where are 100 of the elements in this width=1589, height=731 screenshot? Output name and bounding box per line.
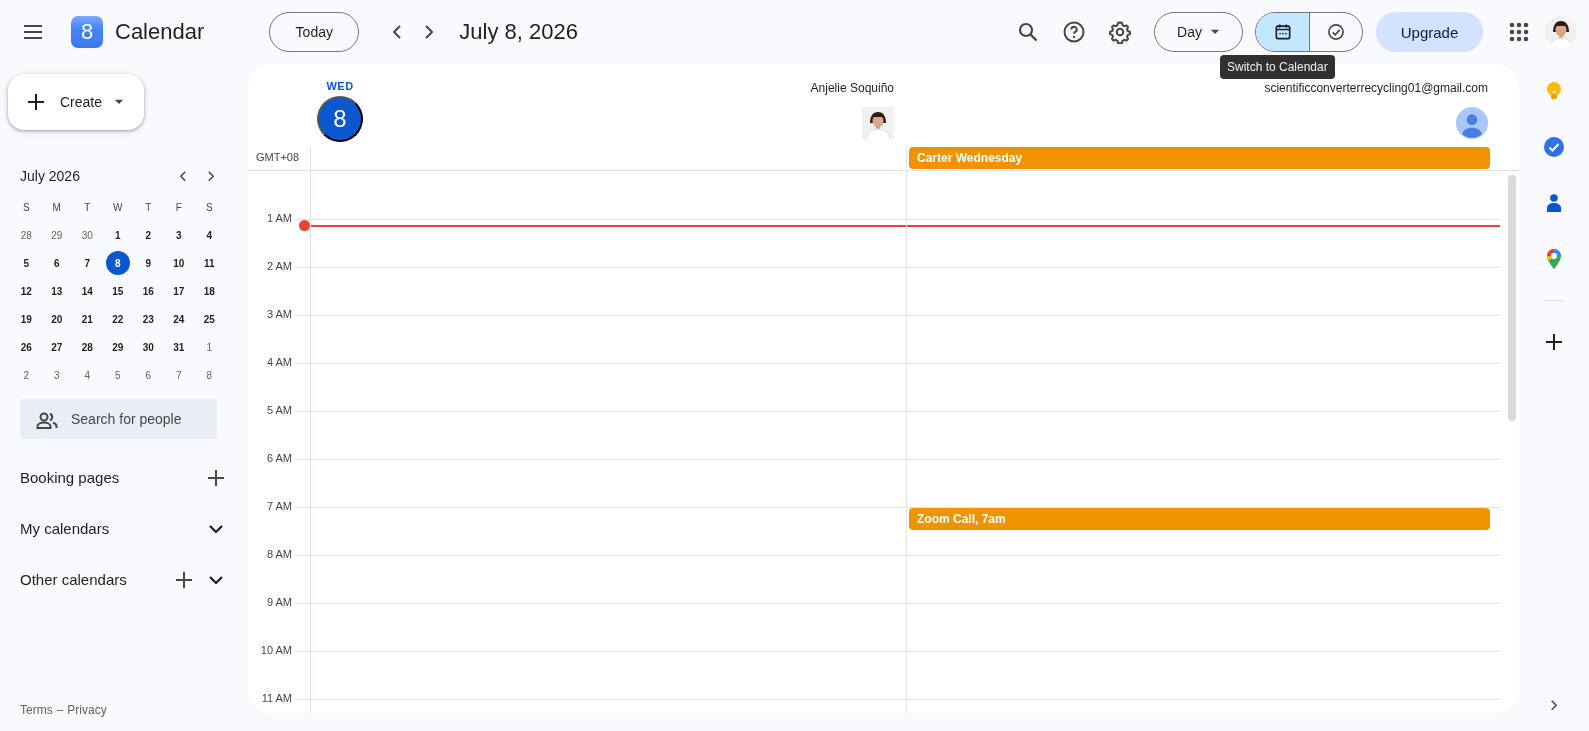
month-title: July 2026 [20, 168, 81, 184]
date-button[interactable]: 14 [75, 279, 100, 303]
date-button[interactable]: 27 [44, 335, 69, 359]
section-title: Booking pages [20, 469, 121, 486]
date-button[interactable]: 3 [44, 363, 69, 387]
caret-icon [1209, 29, 1220, 35]
section-title: Other calendars [20, 571, 128, 588]
date-button[interactable]: 11 [197, 251, 222, 275]
hour-label: 4 AM [265, 356, 293, 368]
weekday-label: T [84, 201, 91, 213]
weekday-label: T [145, 201, 152, 213]
weekday-label: M [52, 201, 61, 213]
date-button[interactable]: 19 [14, 307, 39, 331]
date-button[interactable]: 30 [75, 223, 100, 247]
date-button[interactable]: 9 [136, 251, 161, 275]
date-button[interactable]: 29 [105, 335, 130, 359]
date-button[interactable]: 20 [44, 307, 69, 331]
create-button[interactable]: Create [8, 74, 144, 130]
date-button[interactable]: 8 [317, 96, 363, 142]
date-button[interactable]: 23 [136, 307, 161, 331]
date-button[interactable]: 10 [166, 251, 191, 275]
hour-label: 10 AM [259, 644, 293, 656]
hour-label: 9 AM [265, 596, 293, 608]
date-button[interactable]: 28 [75, 335, 100, 359]
chevron-right-icon [1551, 699, 1557, 711]
date-button[interactable]: 8 [105, 251, 130, 275]
date-button[interactable]: 16 [136, 279, 161, 303]
app-logo: 8 [71, 16, 103, 48]
search-icon [1016, 20, 1040, 44]
date-title: July 8, 2026 [459, 19, 578, 45]
chevron-right-icon [208, 170, 214, 182]
app-title: Calendar [115, 19, 205, 45]
date-button[interactable]: 1 [105, 223, 130, 247]
weekday-label: W [113, 201, 123, 213]
date-button[interactable]: 12 [14, 279, 39, 303]
hour-label: 1 AM [265, 212, 293, 224]
date-button[interactable]: 21 [75, 307, 100, 331]
date-button[interactable]: 8 [197, 363, 222, 387]
tooltip: Switch to Calendar [1220, 55, 1335, 79]
date-button[interactable]: 5 [14, 251, 39, 275]
chevron-left-icon [180, 170, 186, 182]
date-button[interactable]: 31 [166, 335, 191, 359]
account-button[interactable] [1545, 16, 1577, 48]
calendar-view-toggle[interactable] [1256, 13, 1309, 51]
section-title: My calendars [20, 520, 111, 537]
chevron-right-icon [425, 25, 434, 39]
date-button[interactable]: 1 [197, 335, 222, 359]
time-slot[interactable] [310, 219, 906, 267]
date-button[interactable]: 28 [14, 223, 39, 247]
date-button[interactable]: 18 [197, 279, 222, 303]
hour-label: 6 AM [265, 452, 293, 464]
date-button[interactable]: 6 [136, 363, 161, 387]
date-button[interactable]: 4 [197, 223, 222, 247]
chevron-down-icon [209, 575, 223, 584]
date-button[interactable]: 7 [166, 363, 191, 387]
hour-label: 8 AM [265, 548, 293, 560]
date-button[interactable]: 6 [44, 251, 69, 275]
date-button[interactable]: 3 [166, 223, 191, 247]
current-time-dot [299, 220, 310, 231]
person-name: Anjelie Soquiño [810, 81, 894, 95]
search-people-field[interactable]: Search for people [20, 399, 217, 439]
weekday-label: WED [326, 80, 354, 92]
chevron-left-icon [393, 25, 402, 39]
checkmark-circle-icon [1326, 22, 1346, 42]
date-button[interactable]: 7 [75, 251, 100, 275]
date-button[interactable]: 13 [44, 279, 69, 303]
date-button[interactable]: 4 [75, 363, 100, 387]
weekday-label: S [205, 201, 213, 213]
hour-label: 11 AM [260, 692, 293, 704]
hour-label: 2 AM [265, 260, 293, 272]
date-button[interactable]: 2 [136, 223, 161, 247]
checkmark-circle-icon [1542, 135, 1566, 159]
date-button[interactable]: 22 [105, 307, 130, 331]
date-button[interactable]: 29 [44, 223, 69, 247]
privacy-link[interactable]: Privacy [67, 703, 107, 717]
date-button[interactable]: 25 [197, 307, 222, 331]
help-icon [1062, 20, 1086, 44]
separator: – [56, 703, 64, 717]
date-button[interactable]: 30 [136, 335, 161, 359]
date-button[interactable]: 26 [14, 335, 39, 359]
scrollbar[interactable] [1508, 175, 1516, 421]
upgrade-button[interactable]: Upgrade [1376, 12, 1483, 52]
time-slot[interactable] [906, 219, 1500, 267]
terms-link[interactable]: Terms [20, 703, 53, 717]
avatar-icon [1456, 107, 1488, 139]
hour-label: 7 AM [265, 500, 293, 512]
timezone-label: GMT+08 [255, 150, 301, 165]
date-button[interactable]: 24 [166, 307, 191, 331]
settings-icon [1108, 20, 1132, 44]
apps-grid-icon [1507, 20, 1531, 44]
caret-icon [114, 99, 125, 105]
chevron-down-icon [209, 524, 223, 533]
date-button[interactable]: 2 [14, 363, 39, 387]
hour-label: 3 AM [265, 308, 293, 320]
hour-label: 5 AM [265, 404, 293, 416]
tasks-button[interactable] [1542, 135, 1566, 159]
date-button[interactable]: 5 [105, 363, 130, 387]
weekday-label: F [175, 201, 182, 213]
date-button[interactable]: 15 [105, 279, 130, 303]
date-button[interactable]: 17 [166, 279, 191, 303]
